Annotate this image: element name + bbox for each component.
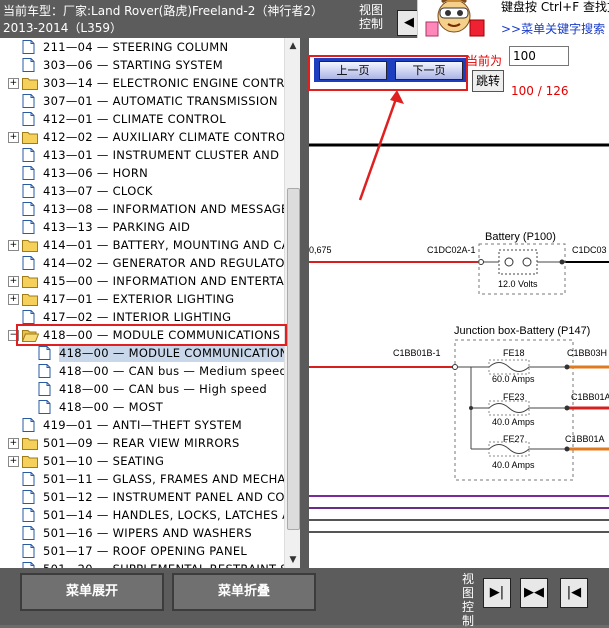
collapse-menu-button[interactable]: 菜单折叠 (172, 573, 316, 611)
expand-menu-button[interactable]: 菜单展开 (20, 573, 164, 611)
bottom-toolbar: 菜单展开 菜单折叠 视图控制 ▶| ▶◀ |◀ (0, 568, 609, 628)
fit-right-icon[interactable]: ▶| (483, 578, 511, 608)
fit-left-icon[interactable]: |◀ (560, 578, 588, 608)
annotation-arrow-icon (358, 90, 404, 201)
bottom-view-control-label: 视图控制 (462, 572, 475, 628)
fit-both-icon[interactable]: ▶◀ (520, 578, 548, 608)
